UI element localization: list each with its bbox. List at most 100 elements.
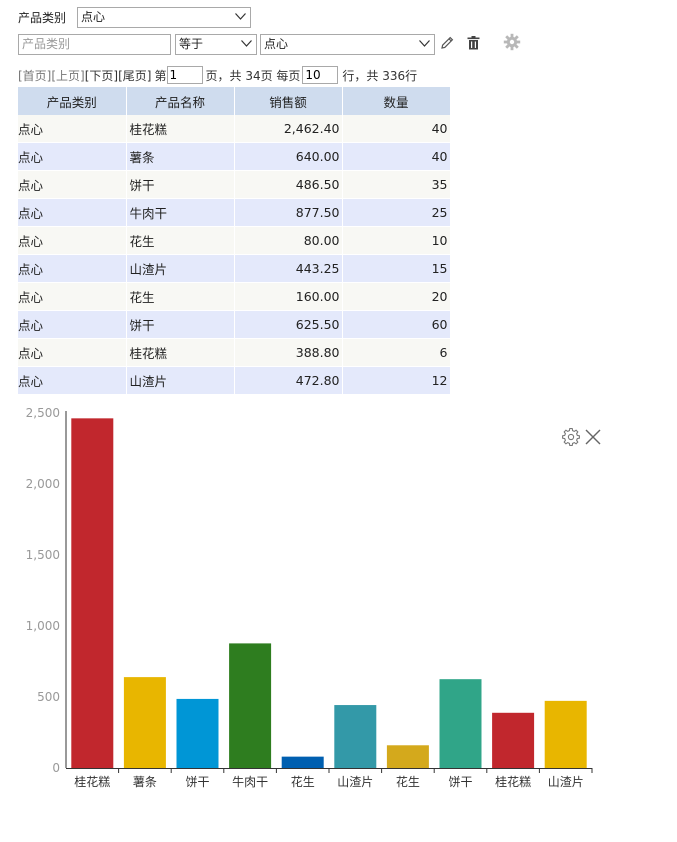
- x-tick-label: 薯条: [133, 775, 157, 789]
- x-tick-label: 饼干: [448, 775, 472, 789]
- gear-icon[interactable]: [562, 427, 580, 449]
- chevron-down-icon: [419, 39, 430, 48]
- cell-product: 山渣片: [126, 254, 235, 283]
- y-tick-label: 2,000: [26, 477, 60, 491]
- cell-sales: 472.80: [234, 366, 343, 395]
- sales-bar-chart: 0 500 1,000 1,500 2,000 2,500 桂花糕 薯条 饼干 牛肉干 花生 山渣片 花…: [0, 398, 677, 839]
- cell-quantity: 25: [342, 198, 451, 227]
- bar: [334, 705, 377, 768]
- pencil-icon[interactable]: [439, 35, 455, 54]
- filter-row-category: 产品类别 点心: [18, 7, 252, 28]
- cell-product: 牛肉干: [126, 198, 235, 227]
- cell-sales: 625.50: [234, 310, 343, 339]
- table-row[interactable]: 点心 桂花糕 2,462.40 40: [18, 115, 451, 143]
- column-header-sales[interactable]: 销售额: [234, 87, 343, 115]
- cell-quantity: 60: [342, 310, 451, 339]
- cell-sales: 877.50: [234, 198, 343, 227]
- x-tick-label: 花生: [396, 774, 420, 789]
- bar: [123, 677, 166, 768]
- cell-quantity: 40: [342, 115, 451, 143]
- table-row[interactable]: 点心 牛肉干 877.50 25: [18, 198, 451, 227]
- cell-quantity: 35: [342, 170, 451, 199]
- cell-category: 点心: [18, 142, 127, 171]
- category-label: 产品类别: [18, 11, 67, 25]
- size-suffix: 行，共 336行: [342, 68, 418, 83]
- x-tick-label: 花生: [291, 774, 315, 789]
- category-select[interactable]: 点心: [77, 7, 252, 28]
- cell-sales: 160.00: [234, 282, 343, 311]
- cell-product: 饼干: [126, 310, 235, 339]
- cell-quantity: 20: [342, 282, 451, 311]
- cell-sales: 486.50: [234, 170, 343, 199]
- table-row[interactable]: 点心 山渣片 443.25 15: [18, 254, 451, 283]
- cell-sales: 640.00: [234, 142, 343, 171]
- cell-product: 山渣片: [126, 366, 235, 395]
- first-page-link[interactable]: [首页]: [18, 67, 51, 84]
- bar: [176, 698, 219, 768]
- table-row[interactable]: 点心 花生 80.00 10: [18, 226, 451, 255]
- cell-category: 点心: [18, 366, 127, 395]
- chevron-down-icon: [235, 13, 246, 21]
- next-page-link[interactable]: [下页]: [85, 67, 118, 84]
- cell-sales: 388.80: [234, 338, 343, 367]
- operator-select-value: 等于: [179, 36, 204, 51]
- cell-category: 点心: [18, 198, 127, 227]
- bar: [386, 745, 429, 768]
- cell-product: 饼干: [126, 170, 235, 199]
- field-input[interactable]: [18, 33, 171, 55]
- filter-row-condition: 等于 点心: [18, 33, 435, 55]
- cell-category: 点心: [18, 282, 127, 311]
- data-table: 产品类别 产品名称 销售额 数量 点心 桂花糕 2,462.40 40 点心 薯条 640…: [18, 87, 451, 395]
- table-row[interactable]: 点心 饼干 625.50 60: [18, 310, 451, 339]
- y-tick-label: 1,500: [26, 548, 60, 562]
- cell-quantity: 15: [342, 254, 451, 283]
- x-tick-label: 牛肉干: [232, 774, 268, 789]
- chart-toolbar: [562, 427, 602, 449]
- cell-category: 点心: [18, 310, 127, 339]
- operator-select[interactable]: 等于: [175, 33, 257, 55]
- value-select-value: 点心: [264, 36, 289, 51]
- cell-quantity: 12: [342, 366, 451, 395]
- column-header-product[interactable]: 产品名称: [126, 87, 235, 115]
- page-number-input[interactable]: [166, 66, 203, 84]
- y-tick-label: 2,500: [26, 406, 60, 420]
- cell-quantity: 10: [342, 226, 451, 255]
- bar: [281, 756, 324, 768]
- prev-page-link[interactable]: [上页]: [51, 67, 84, 84]
- cell-product: 桂花糕: [126, 115, 235, 143]
- table-row[interactable]: 点心 山渣片 472.80 12: [18, 366, 451, 395]
- close-icon[interactable]: [584, 428, 602, 449]
- cell-product: 花生: [126, 282, 235, 311]
- pagination-bar: [首页] [上页] [下页] [尾页] 第 页，共 34页 每页 行，共 336…: [18, 66, 417, 84]
- x-tick-label: 桂花糕: [74, 774, 110, 789]
- bar: [544, 700, 587, 768]
- table-row[interactable]: 点心 花生 160.00 20: [18, 282, 451, 311]
- table-row[interactable]: 点心 薯条 640.00 40: [18, 142, 451, 171]
- page-suffix: 页，共 34页 每页: [205, 68, 301, 83]
- y-tick-label: 0: [52, 761, 60, 775]
- cell-category: 点心: [18, 254, 127, 283]
- cell-category: 点心: [18, 115, 127, 143]
- x-tick-label: 饼干: [185, 775, 209, 789]
- cell-category: 点心: [18, 226, 127, 255]
- table-row[interactable]: 点心 饼干 486.50 35: [18, 170, 451, 199]
- bar: [229, 643, 272, 768]
- category-select-value: 点心: [81, 10, 106, 24]
- x-tick-label: 桂花糕: [495, 774, 531, 789]
- gear-icon[interactable]: [503, 33, 521, 54]
- last-page-link[interactable]: [尾页]: [118, 67, 151, 84]
- page-size-input[interactable]: [302, 66, 339, 84]
- cell-product: 花生: [126, 226, 235, 255]
- bar: [439, 679, 482, 768]
- value-select[interactable]: 点心: [260, 33, 435, 55]
- chevron-down-icon: [241, 39, 252, 48]
- table-row[interactable]: 点心 桂花糕 388.80 6: [18, 338, 451, 367]
- cell-sales: 80.00: [234, 226, 343, 255]
- trash-icon[interactable]: [466, 35, 481, 54]
- column-header-quantity[interactable]: 数量: [342, 87, 451, 115]
- bar: [492, 712, 535, 768]
- page-prefix: 第: [154, 68, 167, 83]
- column-header-category[interactable]: 产品类别: [18, 87, 127, 115]
- cell-quantity: 6: [342, 338, 451, 367]
- x-tick-label: 山渣片: [548, 775, 584, 789]
